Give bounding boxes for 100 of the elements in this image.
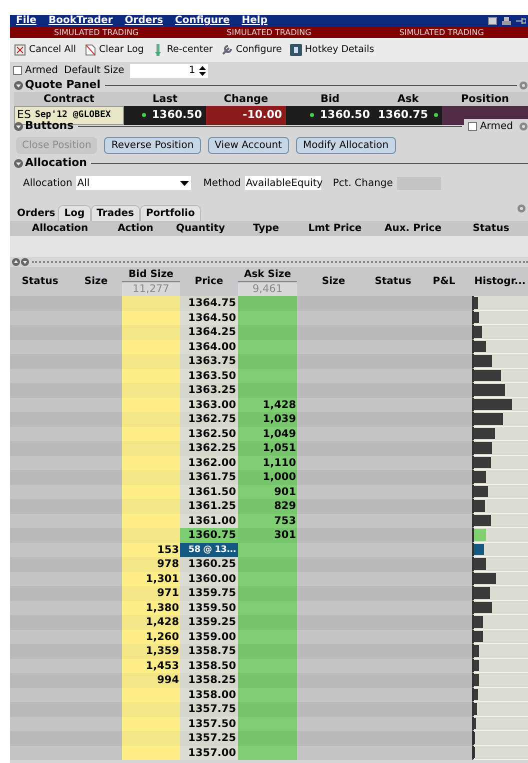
toolbar-button[interactable]: Hotkey Details — [290, 41, 374, 59]
column-header: Lmt Price — [308, 222, 362, 236]
price-cell: 1361.50 — [180, 484, 238, 499]
price-cell: 1357.75 — [180, 702, 238, 716]
panel-button[interactable]: View Account — [208, 136, 289, 154]
ask-size-cell — [238, 658, 297, 673]
section-title: Allocation — [25, 155, 87, 172]
bid-size-cell — [122, 702, 180, 716]
column-header: Histogr... — [474, 275, 526, 289]
ask-size-cell — [238, 586, 297, 600]
price-cell: 1359.50 — [180, 600, 238, 615]
tick-dot-icon — [310, 113, 314, 118]
price-cell: 1363.25 — [180, 383, 238, 398]
ask-size-cell — [238, 644, 297, 658]
column-header: Quantity — [176, 222, 225, 236]
menu-item[interactable]: File — [16, 16, 36, 26]
bid-size-cell — [122, 383, 180, 398]
cancel-icon — [14, 44, 26, 56]
spinner-value: 1 — [188, 64, 196, 78]
column-header: Ask — [397, 92, 419, 107]
panel-button[interactable]: Modify Allocation — [296, 136, 396, 154]
price-cell: 1361.25 — [180, 499, 238, 514]
page-icon — [84, 44, 96, 56]
ask-size-cell: 1,039 — [238, 412, 297, 426]
expand-icon — [12, 258, 20, 266]
column-header: Contract — [44, 92, 94, 107]
price-cell: 1362.25 — [180, 441, 238, 456]
cell-value: Sep'12 @GLOBEX — [34, 108, 111, 121]
section-title: Buttons — [25, 119, 74, 134]
cell-value: 1360.50 — [152, 107, 202, 123]
ask-size-cell: 1,049 — [238, 426, 297, 441]
bid-size-cell — [122, 514, 180, 528]
section-title: Quote Panel — [25, 77, 101, 94]
ask-size-cell — [238, 746, 297, 760]
price-cell: 1362.00 — [180, 456, 238, 470]
bid-size-cell — [122, 484, 180, 499]
bid-size-cell: 1,380 — [122, 600, 180, 615]
column-header: Size — [84, 275, 108, 289]
bid-size-cell: 1,428 — [122, 615, 180, 630]
bid-size-cell — [122, 528, 180, 542]
column-header: Status — [374, 275, 412, 289]
ask-size-cell — [238, 630, 297, 644]
banner-text: SIMULATED TRADING — [54, 28, 139, 36]
price-cell: 1357.50 — [180, 716, 238, 731]
toolbar-button[interactable]: Clear Log — [84, 41, 144, 59]
price-cell: 58 @ 13... — [180, 542, 238, 557]
column-header: Change — [224, 92, 268, 107]
field-label: Method — [203, 176, 241, 190]
tab[interactable]: Log — [58, 205, 91, 221]
price-cell: 1361.00 — [180, 514, 238, 528]
bid-size-cell — [122, 412, 180, 426]
window-icon — [488, 17, 497, 25]
price-cell: 1361.75 — [180, 470, 238, 484]
column-header: Last — [152, 92, 178, 107]
price-cell: 1363.75 — [180, 354, 238, 368]
bid-size-cell: 994 — [122, 673, 180, 688]
tab[interactable]: Portfolio — [140, 205, 201, 221]
ask-size-cell: 1,428 — [238, 398, 297, 412]
dropdown-value: All — [77, 176, 91, 190]
key-icon — [290, 44, 302, 56]
armed-checkbox[interactable]: Armed — [13, 63, 58, 78]
menu-item[interactable]: Configure — [175, 16, 230, 26]
menu-item[interactable]: Orders — [124, 16, 164, 26]
bid-size-cell — [122, 441, 180, 456]
bid-size-cell — [122, 398, 180, 412]
ask-size-cell: 829 — [238, 499, 297, 514]
column-header: Allocation — [32, 222, 88, 236]
field-label: Pct. Change — [332, 176, 393, 190]
field-label: Allocation — [23, 176, 72, 190]
ask-size-cell — [238, 600, 297, 615]
ask-size-cell — [238, 310, 297, 325]
tick-dot-icon — [434, 113, 438, 118]
menu-item[interactable]: Help — [242, 16, 268, 26]
pin-icon — [516, 17, 526, 25]
toolbar-button[interactable]: Re-center — [152, 41, 213, 59]
price-cell: 1363.00 — [180, 398, 238, 412]
menu-item[interactable]: BookTrader — [48, 16, 113, 26]
ask-size-cell: 301 — [238, 528, 297, 542]
size-spinner[interactable]: 1 — [130, 64, 208, 78]
column-header: Status — [22, 275, 58, 289]
column-header: Bid Size — [122, 268, 180, 282]
bid-size-cell — [122, 688, 180, 702]
bid-size-cell — [122, 310, 180, 325]
column-header: Price — [194, 275, 224, 289]
price-cell: 1364.25 — [180, 325, 238, 340]
ask-size-cell — [238, 557, 297, 572]
banner-text: SIMULATED TRADING — [226, 28, 312, 36]
bid-size-cell — [122, 354, 180, 368]
price-cell: 1360.75 — [180, 528, 238, 542]
toolbar-button[interactable]: Cancel All — [14, 41, 76, 59]
bid-size-cell: 1,301 — [122, 572, 180, 586]
column-header: Bid — [320, 92, 340, 107]
cell-value: 1360.75 — [378, 107, 428, 123]
panel-button[interactable]: Reverse Position — [104, 136, 201, 154]
price-cell: 1360.00 — [180, 572, 238, 586]
tab[interactable]: Trades — [90, 205, 140, 221]
ask-size-cell — [238, 731, 297, 746]
column-header: Size — [322, 275, 346, 289]
dropdown[interactable]: All — [76, 176, 192, 190]
toolbar-button[interactable]: Configure — [220, 41, 282, 59]
